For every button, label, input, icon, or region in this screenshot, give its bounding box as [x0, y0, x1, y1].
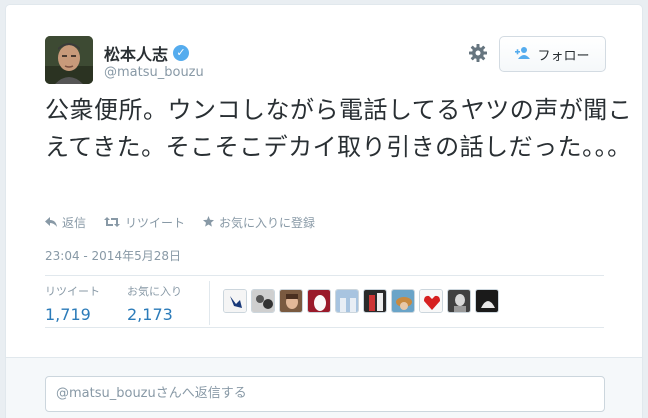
favorite-label: お気に入りに登録	[219, 216, 316, 230]
favoriter-avatar[interactable]	[279, 289, 303, 313]
avatar[interactable]	[45, 36, 93, 84]
retweet-label: リツイート	[125, 216, 186, 230]
reply-mention: @matsu_bouzu	[56, 386, 156, 401]
tweet-actions: 返信 リツイート お気に入りに登録	[45, 214, 315, 231]
reply-placeholder: さんへ返信する	[155, 386, 247, 401]
follow-button-label: フォロー	[537, 48, 590, 64]
favoriter-avatar[interactable]	[419, 289, 443, 313]
tweet-text: 公衆便所。ウンコしながら電話してるヤツの声が聞こえてきた。そこそこデカイ取り引き…	[45, 96, 633, 161]
verified-badge-icon: ✓	[173, 45, 190, 61]
favoriter-avatar[interactable]	[335, 289, 359, 313]
favoriter-avatars	[223, 289, 499, 313]
favoriter-avatar[interactable]	[475, 289, 499, 313]
display-name[interactable]: 松本人志 ✓	[104, 41, 190, 65]
retweet-stat[interactable]: リツイート 1,719	[45, 283, 100, 324]
favorite-stat-label: お気に入り	[127, 285, 182, 298]
user-handle[interactable]: @matsu_bouzu	[104, 65, 204, 80]
favoriter-avatar[interactable]	[447, 289, 471, 313]
divider	[45, 327, 604, 328]
favoriter-avatar[interactable]	[363, 289, 387, 313]
retweet-count: 1,719	[45, 305, 91, 324]
retweet-icon	[104, 216, 121, 230]
gear-icon[interactable]	[468, 43, 488, 63]
reply-label: 返信	[62, 216, 87, 230]
star-icon	[203, 215, 215, 230]
retweet-stat-label: リツイート	[45, 285, 100, 298]
tweet-timestamp[interactable]: 23:04 - 2014年5月28日	[45, 247, 181, 264]
avatar-image	[45, 36, 93, 84]
retweet-action[interactable]: リツイート	[104, 214, 185, 231]
favoriter-avatar[interactable]	[307, 289, 331, 313]
divider	[45, 275, 604, 276]
reply-area: @matsu_bouzuさんへ返信する	[6, 357, 642, 418]
tweet-card: 松本人志 ✓ @matsu_bouzu フォロー 公衆便所。ウンコしながら電話し…	[5, 4, 643, 418]
favoriter-avatar[interactable]	[251, 289, 275, 313]
favorite-count: 2,173	[127, 305, 173, 324]
person-plus-icon	[515, 46, 531, 63]
follow-button[interactable]: フォロー	[499, 36, 606, 72]
favoriter-avatar[interactable]	[223, 289, 247, 313]
favorite-stat[interactable]: お気に入り 2,173	[127, 283, 182, 324]
stats-separator	[209, 281, 210, 325]
favoriter-avatar[interactable]	[391, 289, 415, 313]
reply-icon	[45, 216, 57, 230]
favorite-action[interactable]: お気に入りに登録	[203, 214, 315, 231]
reply-action[interactable]: 返信	[45, 214, 86, 231]
reply-input[interactable]: @matsu_bouzuさんへ返信する	[45, 376, 605, 412]
display-name-text: 松本人志	[104, 45, 169, 64]
